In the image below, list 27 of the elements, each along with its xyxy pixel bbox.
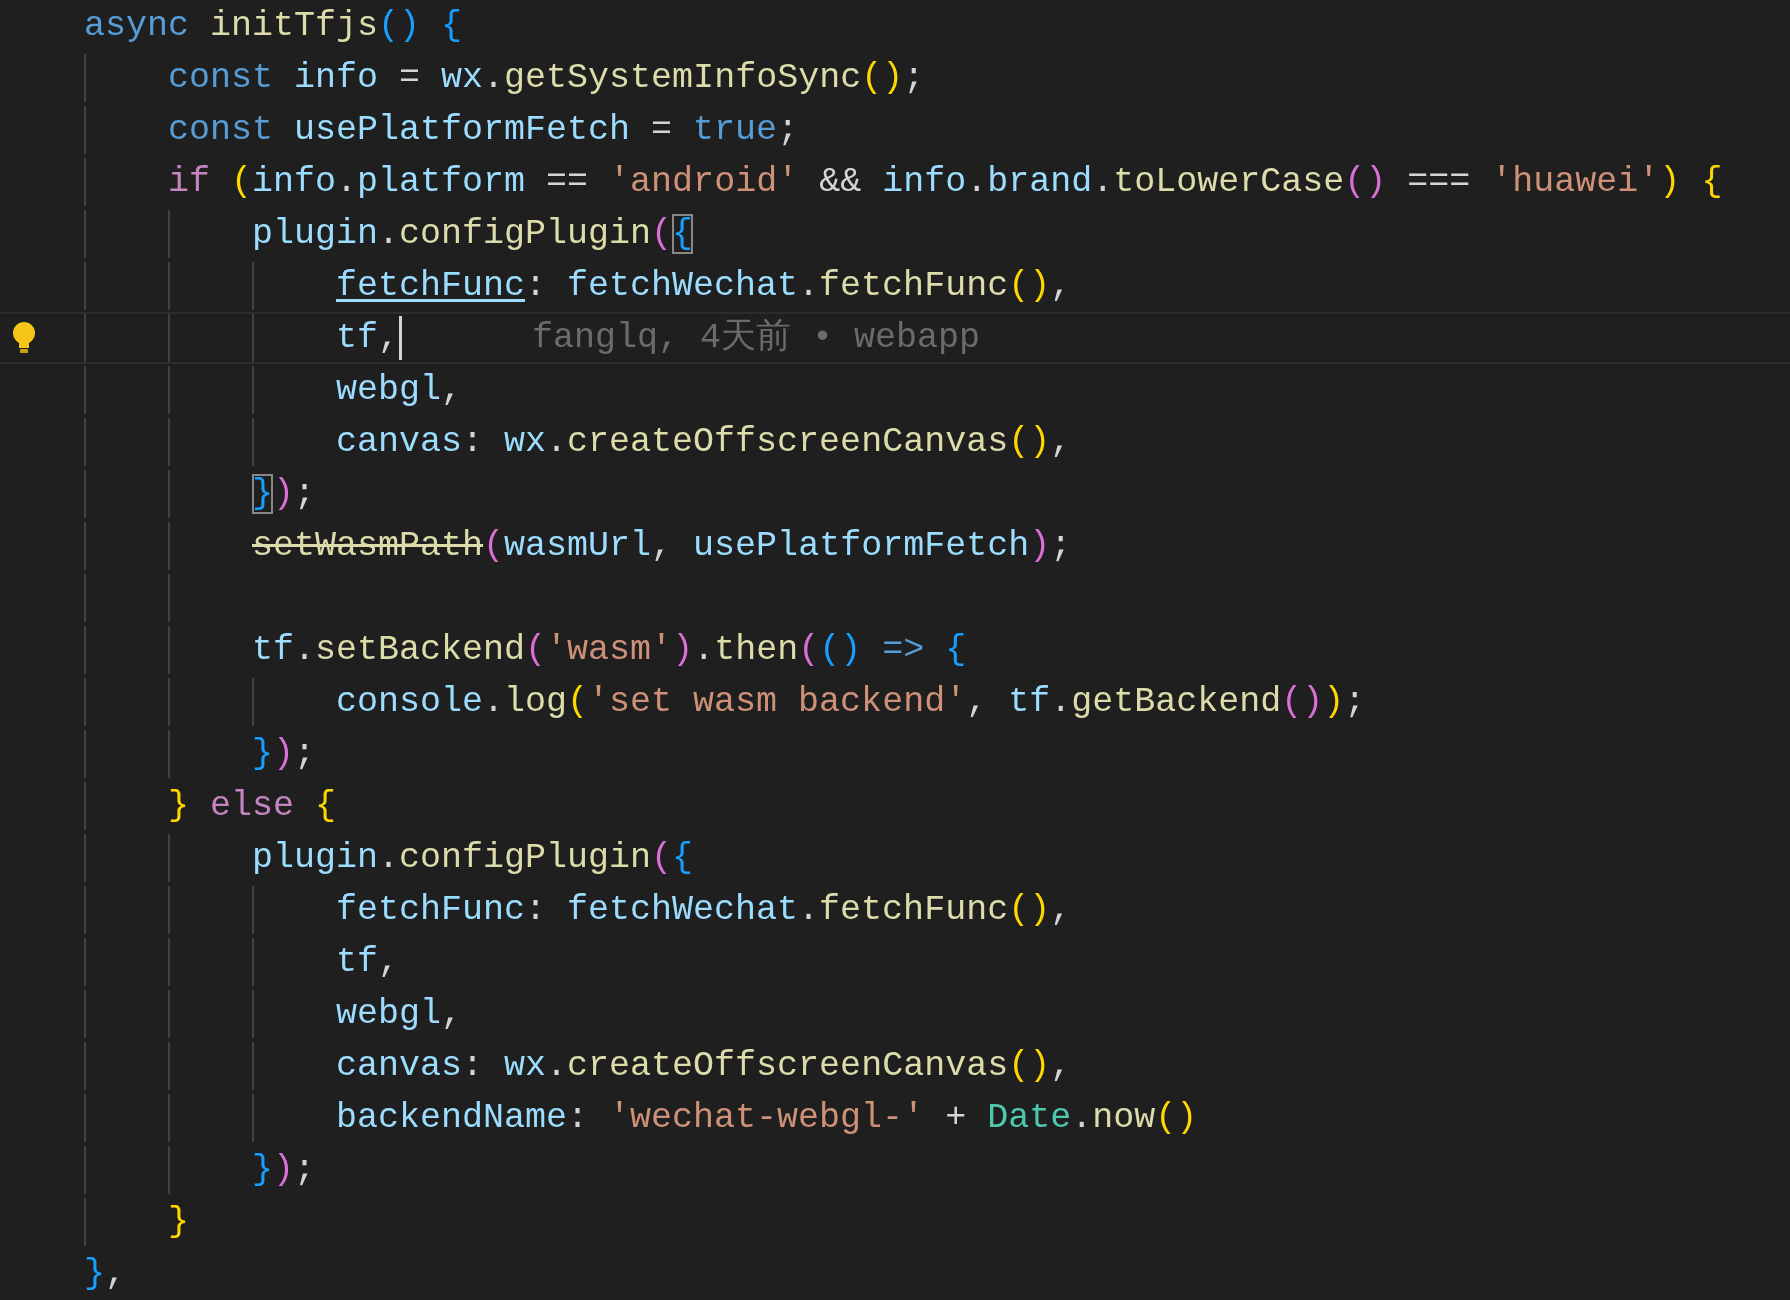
code-line: webgl, (336, 993, 463, 1036)
code-line: if (info.platform == 'android' && info.brand.toLowerCase() === 'huawei') { (168, 161, 1723, 204)
blame-annotation: fanglq, 4天前 • webapp (532, 317, 981, 360)
code-line: plugin.configPlugin({ (252, 837, 694, 880)
code-line: } else { (168, 785, 337, 828)
code-line: canvas: wx.createOffscreenCanvas(), (336, 1045, 1072, 1088)
code-line: webgl, (336, 369, 463, 412)
code-line: const info = wx.getSystemInfoSync(); (168, 57, 925, 100)
code-line: tf, (336, 941, 400, 984)
code-line: tf, (336, 317, 400, 360)
code-line: }); (252, 473, 316, 516)
text-cursor (399, 316, 403, 360)
lightbulb-icon[interactable] (10, 320, 38, 356)
code-line: async initTfjs() { (84, 5, 463, 48)
code-line: fetchFunc: fetchWechat.fetchFunc(), (336, 889, 1072, 932)
code-line: const usePlatformFetch = true; (168, 109, 799, 152)
code-line: }, (84, 1253, 127, 1296)
code-line: console.log('set wasm backend', tf.getBackend()); (336, 681, 1366, 724)
code-line: tf.setBackend('wasm').then(() => { (252, 629, 967, 672)
code-line: plugin.configPlugin({ (252, 213, 694, 256)
code-line: backendName: 'wechat-webgl-' + Date.now() (336, 1097, 1198, 1140)
code-line: }); (252, 733, 316, 776)
code-line: canvas: wx.createOffscreenCanvas(), (336, 421, 1072, 464)
code-line: setWasmPath(wasmUrl, usePlatformFetch); (252, 525, 1072, 568)
code-line: fetchFunc: fetchWechat.fetchFunc(), (336, 265, 1072, 308)
code-line: } (168, 1201, 189, 1244)
code-line: }); (252, 1149, 316, 1192)
